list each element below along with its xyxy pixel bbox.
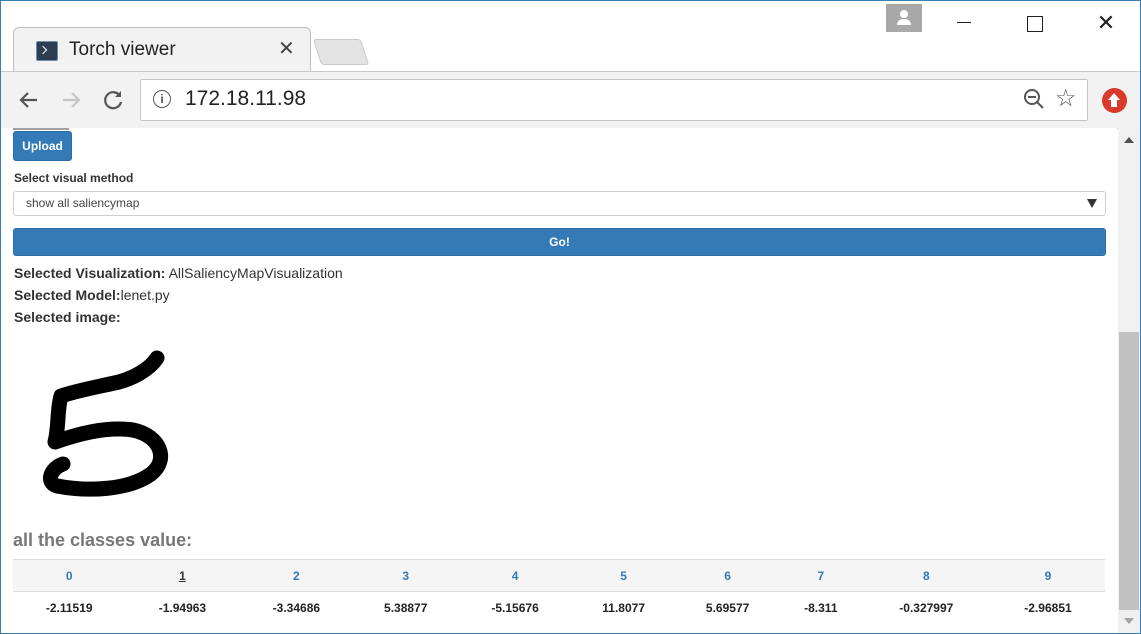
info-icon[interactable]: i bbox=[153, 90, 171, 108]
visualization-value: AllSaliencyMapVisualization bbox=[165, 265, 343, 281]
star-icon[interactable]: ☆ bbox=[1055, 84, 1077, 113]
back-arrow-icon[interactable] bbox=[15, 86, 43, 114]
class-value-cell: -2.96851 bbox=[1024, 600, 1072, 615]
column-header-class-1[interactable]: 1 bbox=[125, 559, 240, 592]
model-value: lenet.py bbox=[120, 287, 170, 303]
divider bbox=[13, 128, 69, 130]
class-value-cell: -1.94963 bbox=[158, 600, 207, 615]
selected-digit-image bbox=[43, 350, 169, 497]
class-value-cell: -5.15676 bbox=[491, 600, 539, 615]
column-header-class-9[interactable]: 9 bbox=[990, 559, 1105, 592]
column-header-class-0[interactable]: 0 bbox=[13, 559, 126, 592]
forward-arrow-icon[interactable] bbox=[57, 86, 85, 114]
profile-icon[interactable] bbox=[886, 4, 922, 32]
window-close-icon[interactable]: ✕ bbox=[1083, 9, 1129, 37]
table-header-row: 0123456789 bbox=[13, 559, 1105, 592]
class-value-cell: 11.8077 bbox=[602, 600, 645, 615]
scrollbar-thumb[interactable] bbox=[1119, 332, 1139, 610]
browser-toolbar: i 172.18.11.98 ☆ bbox=[1, 71, 1140, 129]
column-header-class-3[interactable]: 3 bbox=[353, 559, 459, 592]
selected-model: Selected Model:lenet.py bbox=[14, 287, 170, 303]
scroll-up-arrow-icon[interactable] bbox=[1124, 137, 1134, 143]
tab-close-icon[interactable]: ✕ bbox=[278, 38, 295, 60]
selected-visualization: Selected Visualization: AllSaliencyMapVi… bbox=[14, 265, 343, 281]
upload-button[interactable]: Upload bbox=[13, 131, 72, 161]
class-value-cell: -2.11519 bbox=[45, 600, 93, 615]
tab-title: Torch viewer bbox=[69, 39, 176, 60]
classes-heading: all the classes value: bbox=[13, 530, 193, 550]
class-value-cell: 5.69577 bbox=[705, 600, 750, 615]
class-value-cell: -8.311 bbox=[804, 600, 838, 615]
url-text[interactable]: 172.18.11.98 bbox=[185, 87, 306, 111]
column-header-class-2[interactable]: 2 bbox=[239, 559, 354, 592]
upload-extension-icon[interactable] bbox=[1102, 88, 1127, 113]
minimize-icon[interactable] bbox=[941, 9, 987, 37]
image-label: Selected image: bbox=[14, 309, 121, 325]
browser-tab[interactable]: Torch viewer ✕ bbox=[13, 27, 311, 73]
terminal-tab-icon bbox=[36, 41, 58, 61]
method-selected-value: show all saliencymap bbox=[26, 196, 140, 210]
vertical-scrollbar[interactable] bbox=[1118, 128, 1140, 633]
class-value-cell: -3.34686 bbox=[272, 600, 321, 615]
table-row: -2.11519 -1.94963 -3.34686 5.38877 -5.15676 1… bbox=[13, 592, 1105, 624]
browser-window: Torch viewer ✕ ✕ i 172.18.11.98 ☆ Upload… bbox=[0, 0, 1141, 634]
maximize-icon[interactable] bbox=[1012, 9, 1058, 37]
go-button[interactable]: Go! bbox=[13, 228, 1106, 256]
classes-table: 0123456789 -2.11519 -1.94963 -3.34686 5.388… bbox=[13, 559, 1105, 623]
column-header-class-4[interactable]: 4 bbox=[458, 559, 573, 592]
page-content: Upload Select visual method show all sal… bbox=[1, 128, 1117, 633]
address-bar[interactable]: i 172.18.11.98 ☆ bbox=[140, 79, 1088, 121]
column-header-class-8[interactable]: 8 bbox=[861, 559, 991, 592]
zoom-out-icon[interactable] bbox=[1023, 88, 1045, 110]
column-header-class-7[interactable]: 7 bbox=[780, 559, 862, 592]
model-label: Selected Model: bbox=[14, 287, 121, 303]
method-label: Select visual method bbox=[14, 171, 134, 185]
new-tab-button[interactable] bbox=[312, 39, 370, 65]
column-header-class-5[interactable]: 5 bbox=[572, 559, 676, 592]
method-select[interactable]: show all saliencymap bbox=[13, 191, 1106, 216]
selected-image: Selected image: bbox=[14, 309, 121, 325]
column-header-class-6[interactable]: 6 bbox=[675, 559, 780, 592]
dropdown-arrow-icon bbox=[1087, 199, 1097, 208]
scroll-down-arrow-icon[interactable] bbox=[1124, 618, 1134, 624]
visualization-label: Selected Visualization: bbox=[14, 265, 166, 281]
tab-strip: Torch viewer ✕ ✕ bbox=[1, 1, 1140, 73]
class-value-cell: 5.38877 bbox=[384, 600, 428, 615]
class-value-cell: -0.327997 bbox=[899, 600, 954, 615]
reload-icon[interactable] bbox=[99, 86, 127, 114]
